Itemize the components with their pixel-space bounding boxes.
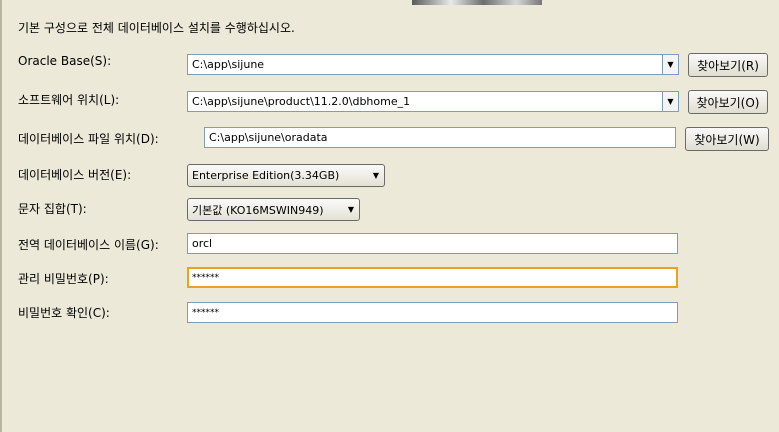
- oracle-base-value: C:\app\sijune: [192, 58, 265, 71]
- db-file-location-browse-button[interactable]: 찾아보기(W): [685, 127, 769, 151]
- chevron-down-icon: ▼: [347, 205, 354, 214]
- db-edition-value: Enterprise Edition(3.34GB): [192, 169, 340, 182]
- charset-select[interactable]: 기본값 (KO16MSWIN949) ▼: [187, 198, 360, 221]
- charset-value: 기본값 (KO16MSWIN949): [192, 203, 324, 217]
- confirm-password-value: ******: [192, 307, 219, 318]
- oracle-base-browse-button[interactable]: 찾아보기(R): [688, 53, 768, 77]
- software-location-label: 소프트웨어 위치(L):: [18, 93, 120, 107]
- software-location-browse-button[interactable]: 찾아보기(O): [688, 90, 768, 114]
- db-file-location-label: 데이터베이스 파일 위치(D):: [18, 132, 159, 146]
- software-location-value: C:\app\sijune\product\11.2.0\dbhome_1: [192, 95, 411, 108]
- confirm-password-label: 비밀번호 확인(C):: [18, 306, 110, 320]
- charset-label: 문자 집합(T):: [18, 202, 87, 216]
- global-db-name-label: 전역 데이터베이스 이름(G):: [18, 238, 159, 252]
- chevron-down-icon[interactable]: ▼: [662, 55, 678, 74]
- db-edition-select[interactable]: Enterprise Edition(3.34GB) ▼: [187, 164, 385, 187]
- window-left-border: [0, 0, 2, 432]
- oracle-base-combo[interactable]: C:\app\sijune ▼: [187, 54, 679, 75]
- software-location-combo[interactable]: C:\app\sijune\product\11.2.0\dbhome_1 ▼: [187, 91, 679, 112]
- admin-password-value: ******: [192, 272, 219, 283]
- admin-password-label: 관리 비밀번호(P):: [18, 272, 109, 286]
- global-db-name-input[interactable]: orcl: [187, 233, 678, 254]
- confirm-password-input[interactable]: ******: [187, 302, 678, 323]
- oracle-base-label: Oracle Base(S):: [18, 54, 112, 68]
- header-banner-image: [412, 0, 542, 5]
- intro-text: 기본 구성으로 전체 데이터베이스 설치를 수행하십시오.: [18, 21, 295, 35]
- chevron-down-icon[interactable]: ▼: [662, 92, 678, 111]
- db-edition-label: 데이터베이스 버전(E):: [18, 168, 132, 182]
- admin-password-input[interactable]: ******: [187, 267, 678, 288]
- db-file-location-value: C:\app\sijune\oradata: [209, 131, 328, 144]
- chevron-down-icon: ▼: [372, 171, 379, 180]
- db-file-location-input[interactable]: C:\app\sijune\oradata: [204, 127, 676, 148]
- global-db-name-value: orcl: [192, 237, 213, 250]
